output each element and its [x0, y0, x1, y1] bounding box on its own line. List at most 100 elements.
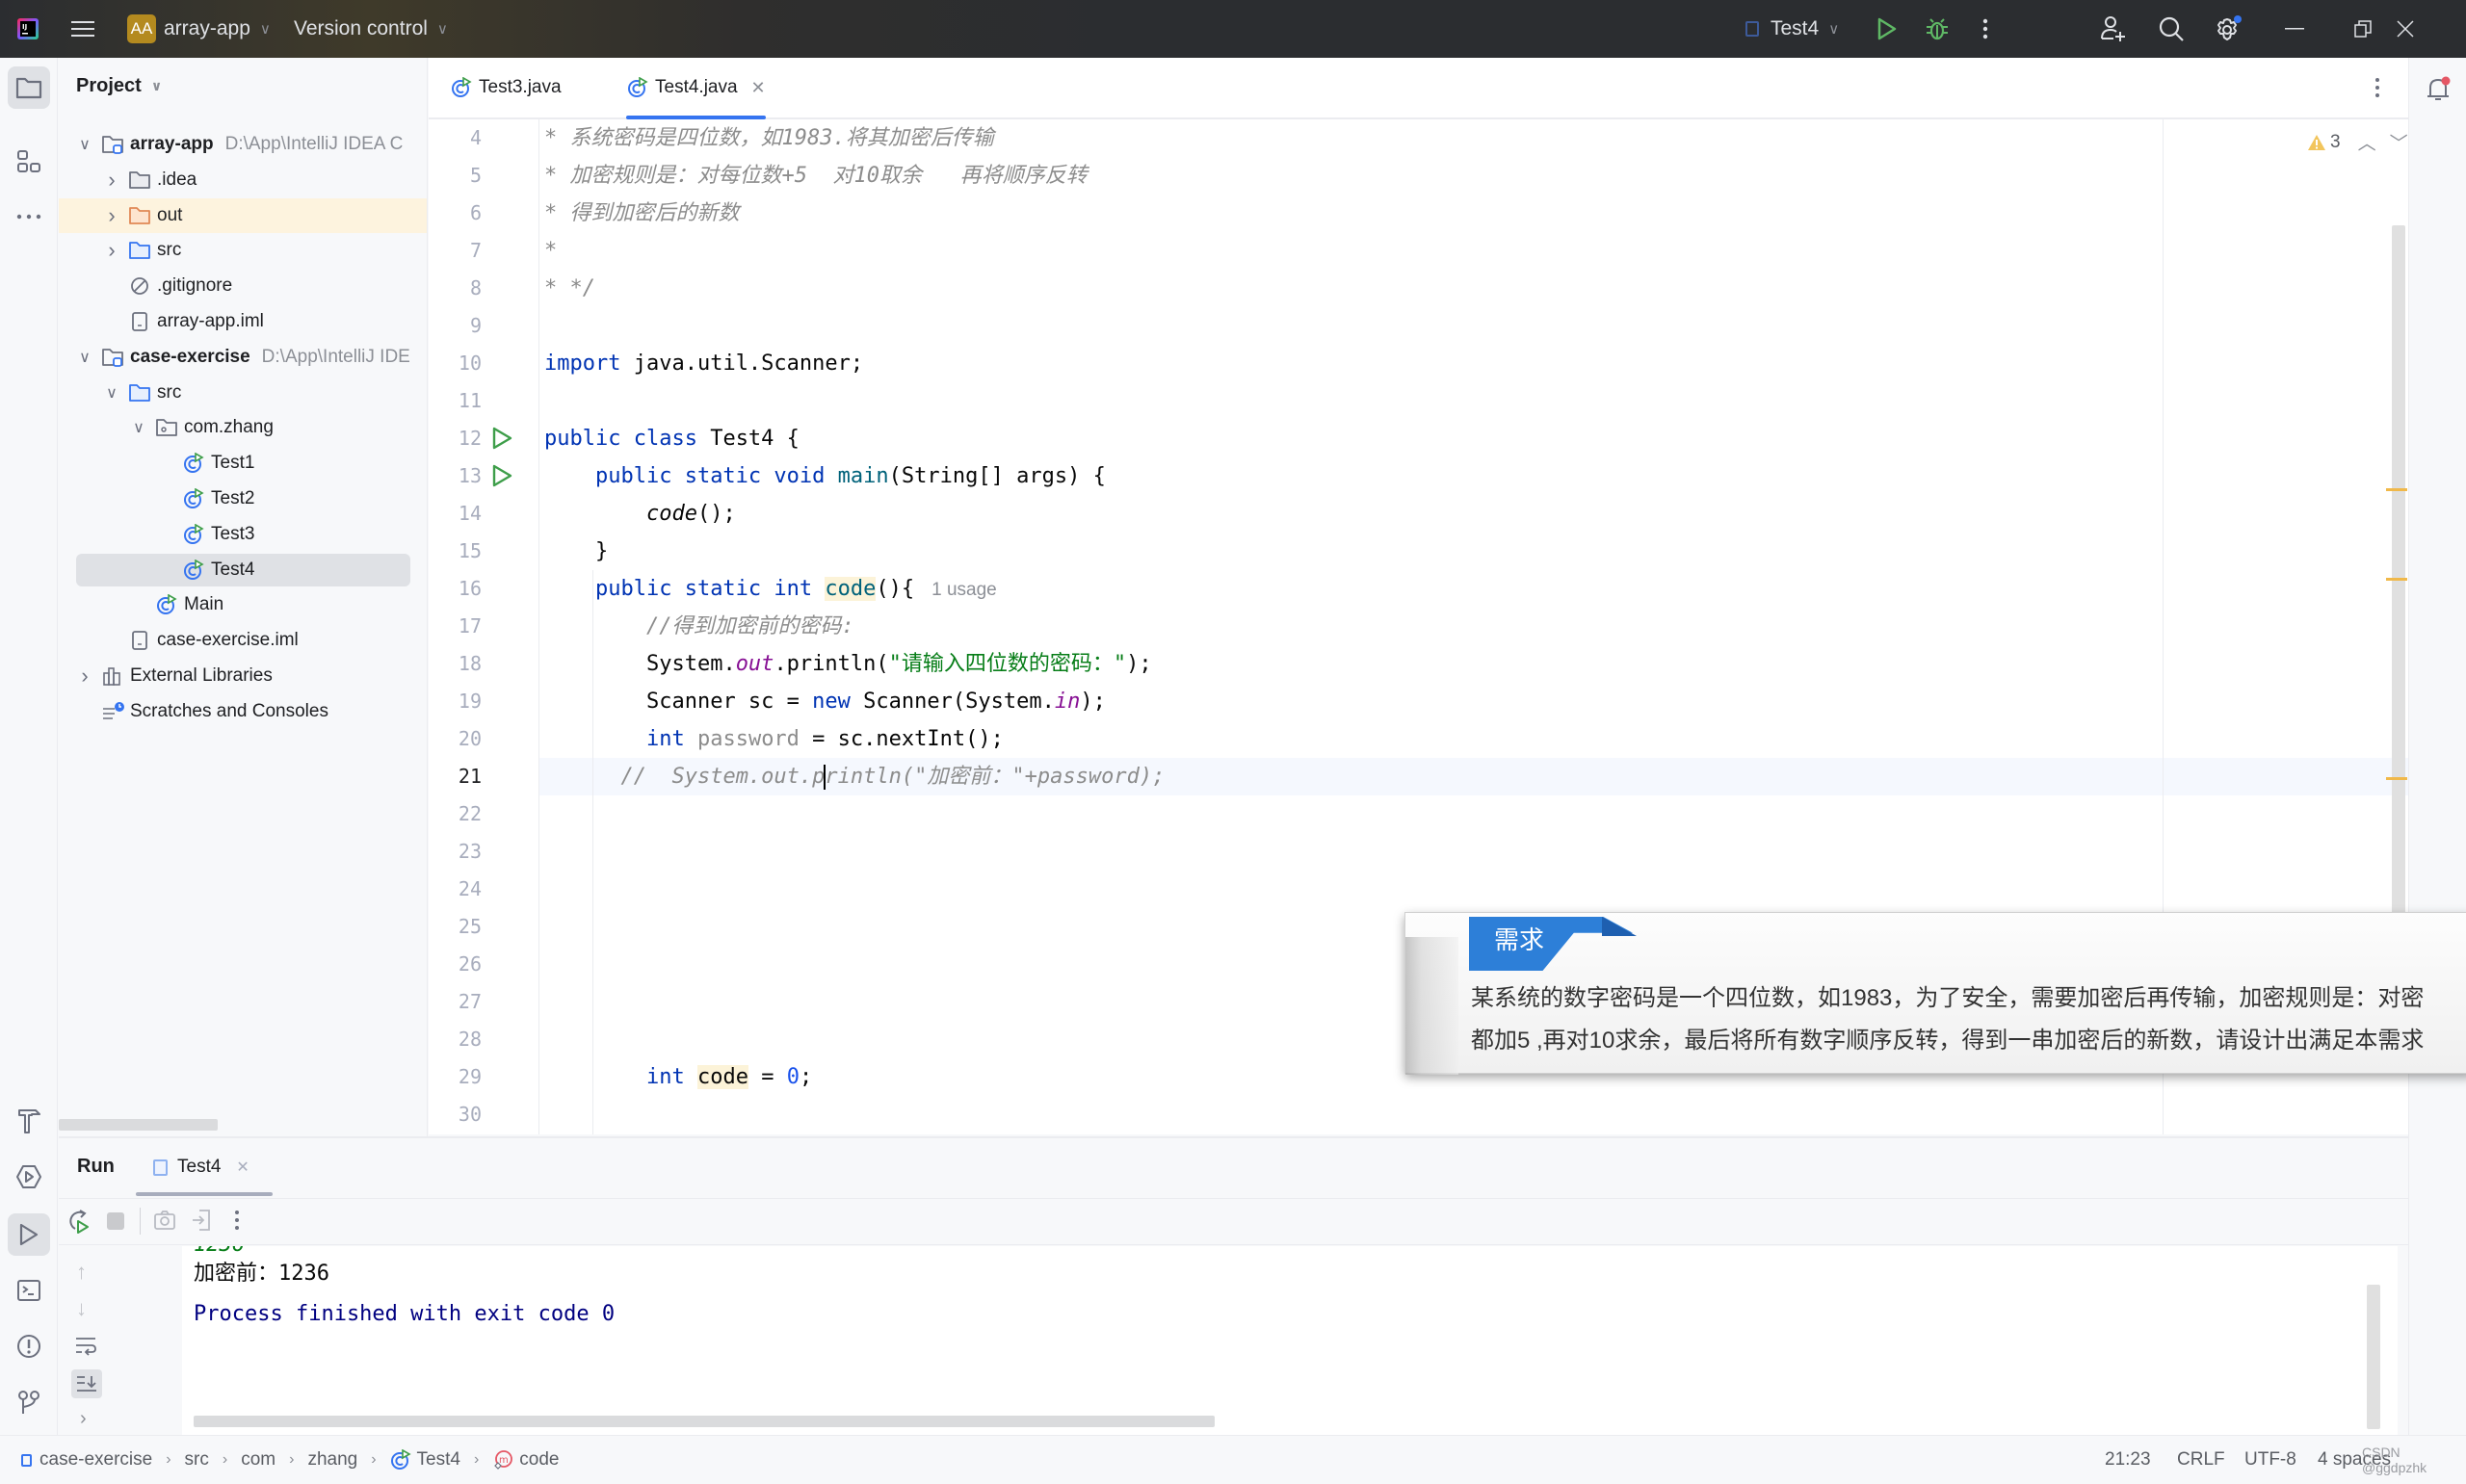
build-tool-button[interactable] — [8, 1100, 50, 1142]
more-tools-button[interactable] — [8, 195, 50, 238]
debug-button[interactable] — [1925, 0, 1950, 58]
code-line-12: public class Test4 { — [544, 427, 800, 451]
warning-marker[interactable] — [2386, 488, 2407, 491]
scroll-up-button[interactable]: ↑ — [76, 1260, 87, 1285]
chevron-down-icon[interactable]: ∨ — [76, 348, 93, 367]
notifications-button[interactable] — [2417, 67, 2459, 110]
scroll-down-button[interactable]: ↓ — [76, 1296, 87, 1321]
tree-item-main[interactable]: Main — [59, 587, 427, 622]
hamburger-menu-icon[interactable] — [71, 0, 94, 58]
tree-item-scratches-and-consoles[interactable]: Scratches and Consoles — [59, 694, 427, 729]
run-button[interactable] — [1876, 0, 1898, 58]
project-selector[interactable]: AA array-app ∨ — [127, 0, 271, 58]
breadcrumb-item[interactable]: Test4 — [417, 1449, 460, 1471]
editor-vertical-scrollbar[interactable] — [2392, 225, 2405, 938]
tree-item-idea[interactable]: › .idea — [59, 163, 427, 197]
expand-toolbar-chevron-icon[interactable]: › — [80, 1408, 87, 1430]
scroll-to-end-button[interactable] — [71, 1369, 102, 1398]
more-actions-button[interactable] — [1982, 0, 1988, 58]
chevron-right-icon: › — [371, 1451, 377, 1468]
cursor-position[interactable]: 21:23 — [2105, 1436, 2151, 1484]
run-tool-button[interactable] — [8, 1213, 50, 1256]
chevron-right-icon[interactable]: › — [76, 664, 93, 689]
restore-button[interactable] — [2354, 0, 2372, 58]
console-vertical-scrollbar[interactable] — [2367, 1285, 2380, 1429]
run-tab-test4[interactable]: Test4 ✕ — [153, 1138, 249, 1196]
structure-tool-button[interactable] — [8, 141, 50, 183]
breadcrumb-item[interactable]: src — [185, 1449, 209, 1471]
stop-button[interactable] — [107, 1212, 124, 1230]
breadcrumb-item[interactable]: code — [519, 1449, 559, 1471]
chevron-down-icon[interactable]: ∨ — [130, 418, 147, 437]
tree-item-com-zhang[interactable]: ∨ com.zhang — [59, 410, 427, 445]
run-tab-underline — [136, 1192, 273, 1196]
tree-item-out[interactable]: › out — [59, 197, 427, 233]
problems-tool-button[interactable] — [8, 1325, 50, 1367]
chevron-down-icon[interactable]: ∨ — [103, 383, 120, 403]
tree-item-label: Test2 — [211, 488, 255, 508]
tree-item-test3[interactable]: Test3 — [59, 517, 427, 552]
iml-file-icon — [128, 310, 151, 333]
tab-options-button[interactable] — [2374, 77, 2380, 98]
git-tool-button[interactable] — [8, 1381, 50, 1423]
terminal-tool-button[interactable] — [8, 1269, 50, 1312]
tree-item-src[interactable]: ∨ src — [59, 376, 427, 410]
soft-wrap-button[interactable] — [74, 1336, 97, 1357]
line-number: 7 — [469, 239, 482, 262]
previous-highlight-icon[interactable]: ︿ — [2358, 129, 2376, 155]
chevron-right-icon[interactable]: › — [103, 168, 120, 193]
version-control-menu[interactable]: Version control ∨ — [294, 0, 448, 58]
run-more-button[interactable] — [234, 1210, 240, 1231]
close-tab-icon[interactable]: ✕ — [751, 78, 766, 98]
chevron-down-icon[interactable]: ∨ — [76, 135, 93, 154]
project-panel-header[interactable]: Project ∨ — [76, 75, 162, 97]
close-window-button[interactable] — [2397, 0, 2414, 58]
project-tool-button[interactable] — [8, 66, 50, 109]
excluded-folder-icon — [128, 204, 151, 227]
settings-button[interactable] — [2214, 0, 2243, 58]
tree-item-src[interactable]: › src — [59, 233, 427, 268]
console-horizontal-scrollbar[interactable] — [194, 1416, 1215, 1427]
tree-item-case-exercise-iml[interactable]: case-exercise.iml — [59, 623, 427, 658]
screenshot-button[interactable] — [153, 1210, 176, 1231]
tab-test4-java[interactable]: Test4.java ✕ — [626, 58, 766, 119]
console-output[interactable]: 1236加密前：1236Process finished with exit c… — [182, 1246, 2398, 1437]
warning-marker[interactable] — [2386, 578, 2407, 581]
next-highlight-icon[interactable]: ﹀ — [2390, 129, 2408, 155]
project-horizontal-scrollbar[interactable] — [59, 1119, 218, 1131]
tree-item-array-app-iml[interactable]: array-app.iml — [59, 304, 427, 339]
chevron-right-icon[interactable]: › — [103, 238, 120, 263]
breadcrumb-item[interactable]: case-exercise — [39, 1449, 152, 1471]
gutter-run-icon[interactable] — [489, 463, 514, 488]
close-tab-icon[interactable]: ✕ — [236, 1158, 249, 1177]
add-user-button[interactable] — [2100, 0, 2127, 58]
project-name: array-app — [164, 17, 250, 39]
tree-item-case-exercise[interactable]: ∨ case-exercise D:\App\IntelliJ IDE — [59, 340, 427, 375]
run-config-selector[interactable]: Test4 ∨ — [1745, 0, 1839, 58]
warning-marker[interactable] — [2386, 777, 2407, 780]
breadcrumb-item[interactable]: zhang — [307, 1449, 357, 1471]
rerun-button[interactable] — [66, 1208, 92, 1235]
search-button[interactable] — [2158, 0, 2185, 58]
inspection-widget[interactable]: 3 ︿ ﹀ — [2307, 129, 2408, 155]
minimize-button[interactable] — [2285, 0, 2304, 58]
breadcrumb-item[interactable]: com — [241, 1449, 275, 1471]
run-config-icon — [153, 1159, 168, 1176]
usage-hint[interactable]: 1 usage — [931, 580, 997, 600]
services-tool-button[interactable] — [8, 1156, 50, 1198]
gutter-run-icon[interactable] — [489, 426, 514, 451]
tree-item-label: com.zhang — [184, 417, 274, 438]
tree-item-test1[interactable]: Test1 — [59, 446, 427, 481]
tree-item-external-libraries[interactable]: › External Libraries — [59, 659, 427, 693]
tree-item-array-app[interactable]: ∨ array-app D:\App\IntelliJ IDEA C — [59, 127, 427, 162]
line-ending[interactable]: CRLF — [2177, 1436, 2225, 1484]
chevron-right-icon[interactable]: › — [103, 203, 120, 228]
file-encoding[interactable]: UTF-8 — [2244, 1436, 2296, 1484]
settings-icon — [2217, 15, 2242, 40]
tree-item-gitignore[interactable]: .gitignore — [59, 269, 427, 303]
attach-button[interactable] — [192, 1209, 211, 1232]
intellij-icon[interactable]: IJ — [17, 0, 39, 58]
tree-item-test4[interactable]: Test4 — [59, 553, 427, 587]
tree-item-test2[interactable]: Test2 — [59, 482, 427, 516]
tab-test3-java[interactable]: Test3.java — [450, 58, 562, 117]
